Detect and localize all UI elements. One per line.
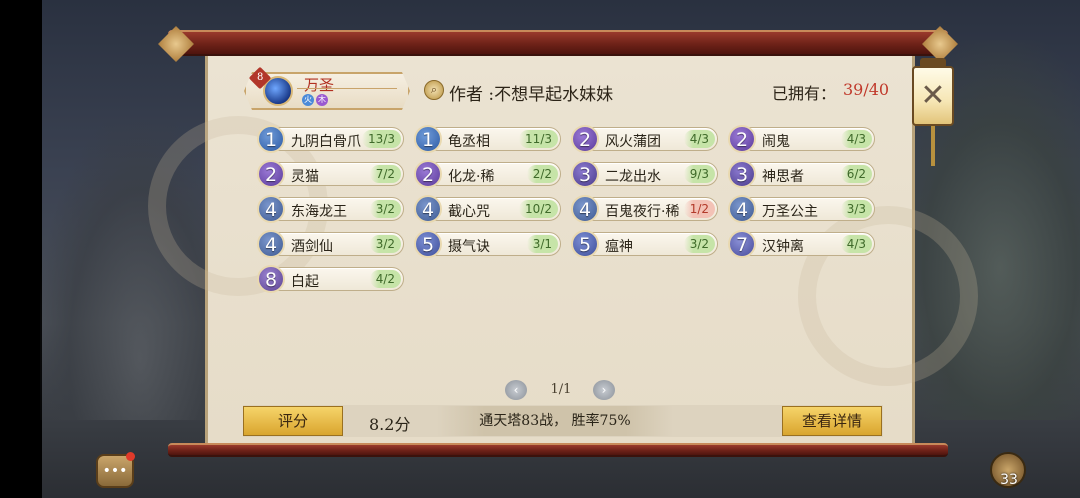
card-name: 白起 <box>291 274 319 290</box>
card-name: 汉钟离 <box>762 239 804 255</box>
card-chip[interactable]: 5 摄气诀 3/1 <box>414 230 561 258</box>
card-chip[interactable]: 1 龟丞相 11/3 <box>414 125 561 153</box>
next-page-button[interactable]: › <box>593 380 615 400</box>
score-button[interactable]: 评分 <box>243 406 343 436</box>
card-name: 万圣公主 <box>762 204 818 220</box>
cost-badge: 4 <box>414 195 442 223</box>
card-count-insufficient: 1/2 <box>683 200 715 218</box>
card-chip[interactable]: 4 酒剑仙 3/2 <box>257 230 404 258</box>
card-count: 7/2 <box>369 165 401 183</box>
fire-element-icon: 火 <box>302 94 314 106</box>
bag-count: 33 <box>1000 472 1018 488</box>
card-count: 4/3 <box>840 235 872 253</box>
card-name: 东海龙王 <box>291 204 347 220</box>
card-count: 11/3 <box>519 130 558 148</box>
cost-badge: 4 <box>257 195 285 223</box>
card-chip[interactable]: 2 化龙·稀 2/2 <box>414 160 561 188</box>
cost-badge: 3 <box>571 160 599 188</box>
card-count: 9/3 <box>683 165 715 183</box>
scroll-rod-bottom <box>168 443 948 457</box>
cost-badge: 4 <box>728 195 756 223</box>
card-count: 3/2 <box>369 235 401 253</box>
card-chip[interactable]: 5 瘟神 3/2 <box>571 230 718 258</box>
author-label: 作者 :不想早起水妹妹 <box>449 85 614 105</box>
card-name: 截心咒 <box>448 204 490 220</box>
card-name: 化龙·稀 <box>448 169 495 185</box>
cost-badge: 1 <box>257 125 285 153</box>
cost-badge: 2 <box>257 160 285 188</box>
card-chip[interactable]: 1 九阴白骨爪 13/3 <box>257 125 404 153</box>
card-chip[interactable]: 2 闹鬼 4/3 <box>728 125 875 153</box>
cost-badge: 2 <box>414 160 442 188</box>
cost-badge: 1 <box>414 125 442 153</box>
card-chip[interactable]: 8 白起 4/2 <box>257 265 404 293</box>
tower-stats: 通天塔83战， 胜率75% <box>437 406 673 436</box>
lantern-tassel <box>931 126 935 166</box>
cost-badge: 2 <box>728 125 756 153</box>
card-name: 灵猫 <box>291 169 319 185</box>
cost-badge: 7 <box>728 230 756 258</box>
cost-badge: 4 <box>257 230 285 258</box>
close-icon[interactable]: ✕ <box>912 78 954 113</box>
owned-value: 39/40 <box>843 80 890 99</box>
card-count: 4/3 <box>683 130 715 148</box>
owned-label: 已拥有： <box>772 84 837 103</box>
notification-dot <box>126 452 135 461</box>
card-chip[interactable]: 4 百鬼夜行·稀 1/2 <box>571 195 718 223</box>
card-name: 瘟神 <box>605 239 633 255</box>
card-chip[interactable]: 4 东海龙王 3/2 <box>257 195 404 223</box>
cost-badge: 4 <box>571 195 599 223</box>
card-chip[interactable]: 3 二龙出水 9/3 <box>571 160 718 188</box>
card-count: 3/1 <box>526 235 558 253</box>
card-count: 4/2 <box>369 270 401 288</box>
page-indicator: 1/1 <box>550 382 572 397</box>
card-count: 3/2 <box>683 235 715 253</box>
cost-badge: 5 <box>571 230 599 258</box>
card-count: 10/2 <box>519 200 558 218</box>
cost-badge: 2 <box>571 125 599 153</box>
card-name: 龟丞相 <box>448 134 490 150</box>
card-name: 闹鬼 <box>762 134 790 150</box>
card-name: 酒剑仙 <box>291 239 333 255</box>
card-count: 6/2 <box>840 165 872 183</box>
card-name: 二龙出水 <box>605 169 661 185</box>
owner-divider <box>297 88 397 89</box>
card-chip[interactable]: 2 灵猫 7/2 <box>257 160 404 188</box>
card-name: 神思者 <box>762 169 804 185</box>
card-count: 13/3 <box>362 130 401 148</box>
score-value: 8.2分 <box>369 415 411 434</box>
scroll-rod-top <box>158 26 958 62</box>
card-chip[interactable]: 2 风火蒲团 4/3 <box>571 125 718 153</box>
card-name: 百鬼夜行·稀 <box>605 204 680 220</box>
left-black-bar <box>0 0 42 498</box>
card-chip[interactable]: 4 截心咒 10/2 <box>414 195 561 223</box>
card-count: 3/3 <box>840 200 872 218</box>
card-name: 九阴白骨爪 <box>291 134 361 150</box>
card-chip[interactable]: 7 汉钟离 4/3 <box>728 230 875 258</box>
view-details-button[interactable]: 查看详情 <box>782 406 882 436</box>
card-count: 4/3 <box>840 130 872 148</box>
cost-badge: 3 <box>728 160 756 188</box>
pager: ‹ 1/1 › <box>505 380 617 400</box>
rod-cap-left <box>158 26 194 62</box>
card-count: 3/2 <box>369 200 401 218</box>
owner-name: 万圣 <box>304 76 335 94</box>
cost-badge: 8 <box>257 265 285 293</box>
wood-element-icon: 木 <box>316 94 328 106</box>
card-name: 风火蒲团 <box>605 134 661 150</box>
card-chip[interactable]: 4 万圣公主 3/3 <box>728 195 875 223</box>
card-count: 2/2 <box>526 165 558 183</box>
card-name: 摄气诀 <box>448 239 490 255</box>
cost-badge: 5 <box>414 230 442 258</box>
card-chip[interactable]: 3 神思者 6/2 <box>728 160 875 188</box>
search-icon: ⌕ <box>424 80 444 100</box>
prev-page-button[interactable]: ‹ <box>505 380 527 400</box>
